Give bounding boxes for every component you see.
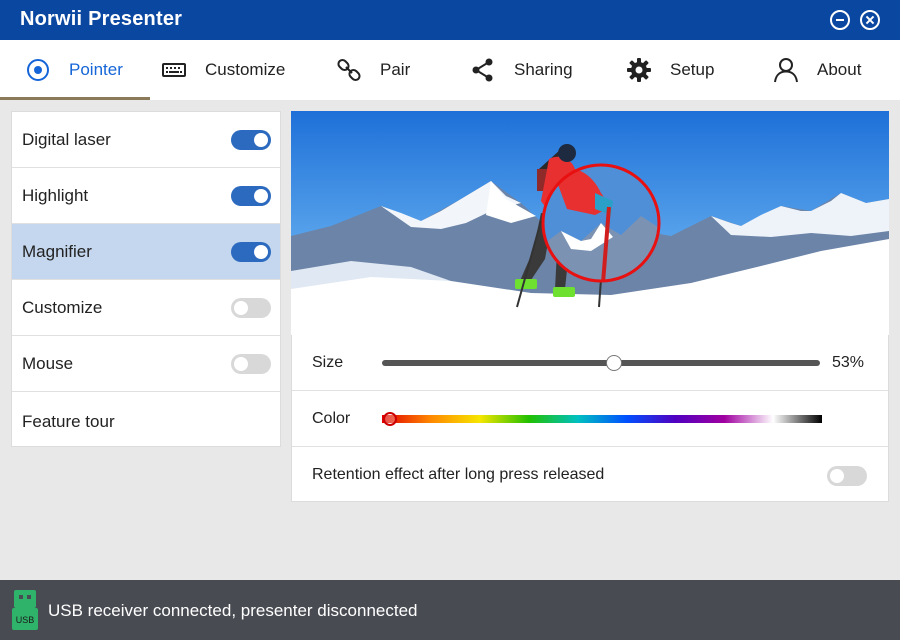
status-bar: USB USB receiver connected, presenter di… xyxy=(0,580,900,640)
tab-label: Customize xyxy=(205,60,286,79)
feature-magnifier[interactable]: Magnifier xyxy=(12,224,280,280)
feature-label: Feature tour xyxy=(22,412,115,431)
size-slider-thumb[interactable] xyxy=(606,355,623,371)
tab-sharing[interactable]: Sharing xyxy=(470,40,573,100)
svg-text:USB: USB xyxy=(16,615,35,625)
color-slider[interactable] xyxy=(382,415,822,423)
feature-highlight[interactable]: Highlight xyxy=(12,168,280,224)
tab-pointer[interactable]: Pointer xyxy=(25,40,123,100)
tab-label: Sharing xyxy=(514,60,573,79)
feature-label: Mouse xyxy=(22,354,74,373)
magnifier-settings: Size 53% Color Retention effect after lo… xyxy=(291,335,889,502)
status-text: USB receiver connected, presenter discon… xyxy=(48,601,418,620)
feature-list: Digital laser Highlight Magnifier Custom… xyxy=(11,111,281,447)
feature-label: Digital laser xyxy=(22,130,111,149)
feature-customize[interactable]: Customize xyxy=(12,280,280,336)
feature-digital-laser[interactable]: Digital laser xyxy=(12,112,280,168)
title-bar: Norwii Presenter xyxy=(0,0,900,40)
color-label: Color xyxy=(312,410,351,427)
minimize-icon[interactable] xyxy=(830,10,850,30)
tab-customize[interactable]: Customize xyxy=(161,40,285,100)
digital-laser-toggle[interactable] xyxy=(231,130,271,150)
feature-label: Customize xyxy=(22,298,103,317)
retention-label: Retention effect after long press releas… xyxy=(312,466,605,483)
magnifier-preview xyxy=(291,111,889,335)
tab-label: About xyxy=(817,60,862,79)
size-label: Size xyxy=(312,354,344,371)
user-icon xyxy=(773,57,799,83)
tab-label: Pair xyxy=(380,60,411,79)
feature-label: Highlight xyxy=(22,186,89,205)
active-tab-indicator xyxy=(0,97,150,100)
size-slider[interactable] xyxy=(382,360,820,366)
pointer-icon xyxy=(25,57,51,83)
retention-row: Retention effect after long press releas… xyxy=(292,447,888,503)
feature-mouse[interactable]: Mouse xyxy=(12,336,280,392)
keyboard-icon xyxy=(161,57,187,83)
size-row: Size 53% xyxy=(292,335,888,391)
usb-icon: USB xyxy=(12,590,38,630)
tab-about[interactable]: About xyxy=(773,40,861,100)
tab-label: Pointer xyxy=(69,60,123,79)
customize-toggle[interactable] xyxy=(231,298,271,318)
share-icon xyxy=(470,57,496,83)
mouse-toggle[interactable] xyxy=(231,354,271,374)
size-value: 53% xyxy=(832,354,865,371)
link-icon xyxy=(336,57,362,83)
highlight-toggle[interactable] xyxy=(231,186,271,206)
tab-bar: Pointer Customize Pair Sharing Setup Abo… xyxy=(0,40,900,100)
feature-tour[interactable]: Feature tour xyxy=(12,392,280,448)
feature-label: Magnifier xyxy=(22,242,92,261)
tab-setup[interactable]: Setup xyxy=(626,40,714,100)
tab-label: Setup xyxy=(670,60,715,79)
tab-pair[interactable]: Pair xyxy=(336,40,410,100)
magnifier-toggle[interactable] xyxy=(231,242,271,262)
app-title: Norwii Presenter xyxy=(20,8,183,30)
gear-icon xyxy=(626,57,652,83)
close-icon[interactable] xyxy=(860,10,880,30)
retention-toggle[interactable] xyxy=(827,466,867,486)
color-slider-thumb[interactable] xyxy=(383,412,397,426)
